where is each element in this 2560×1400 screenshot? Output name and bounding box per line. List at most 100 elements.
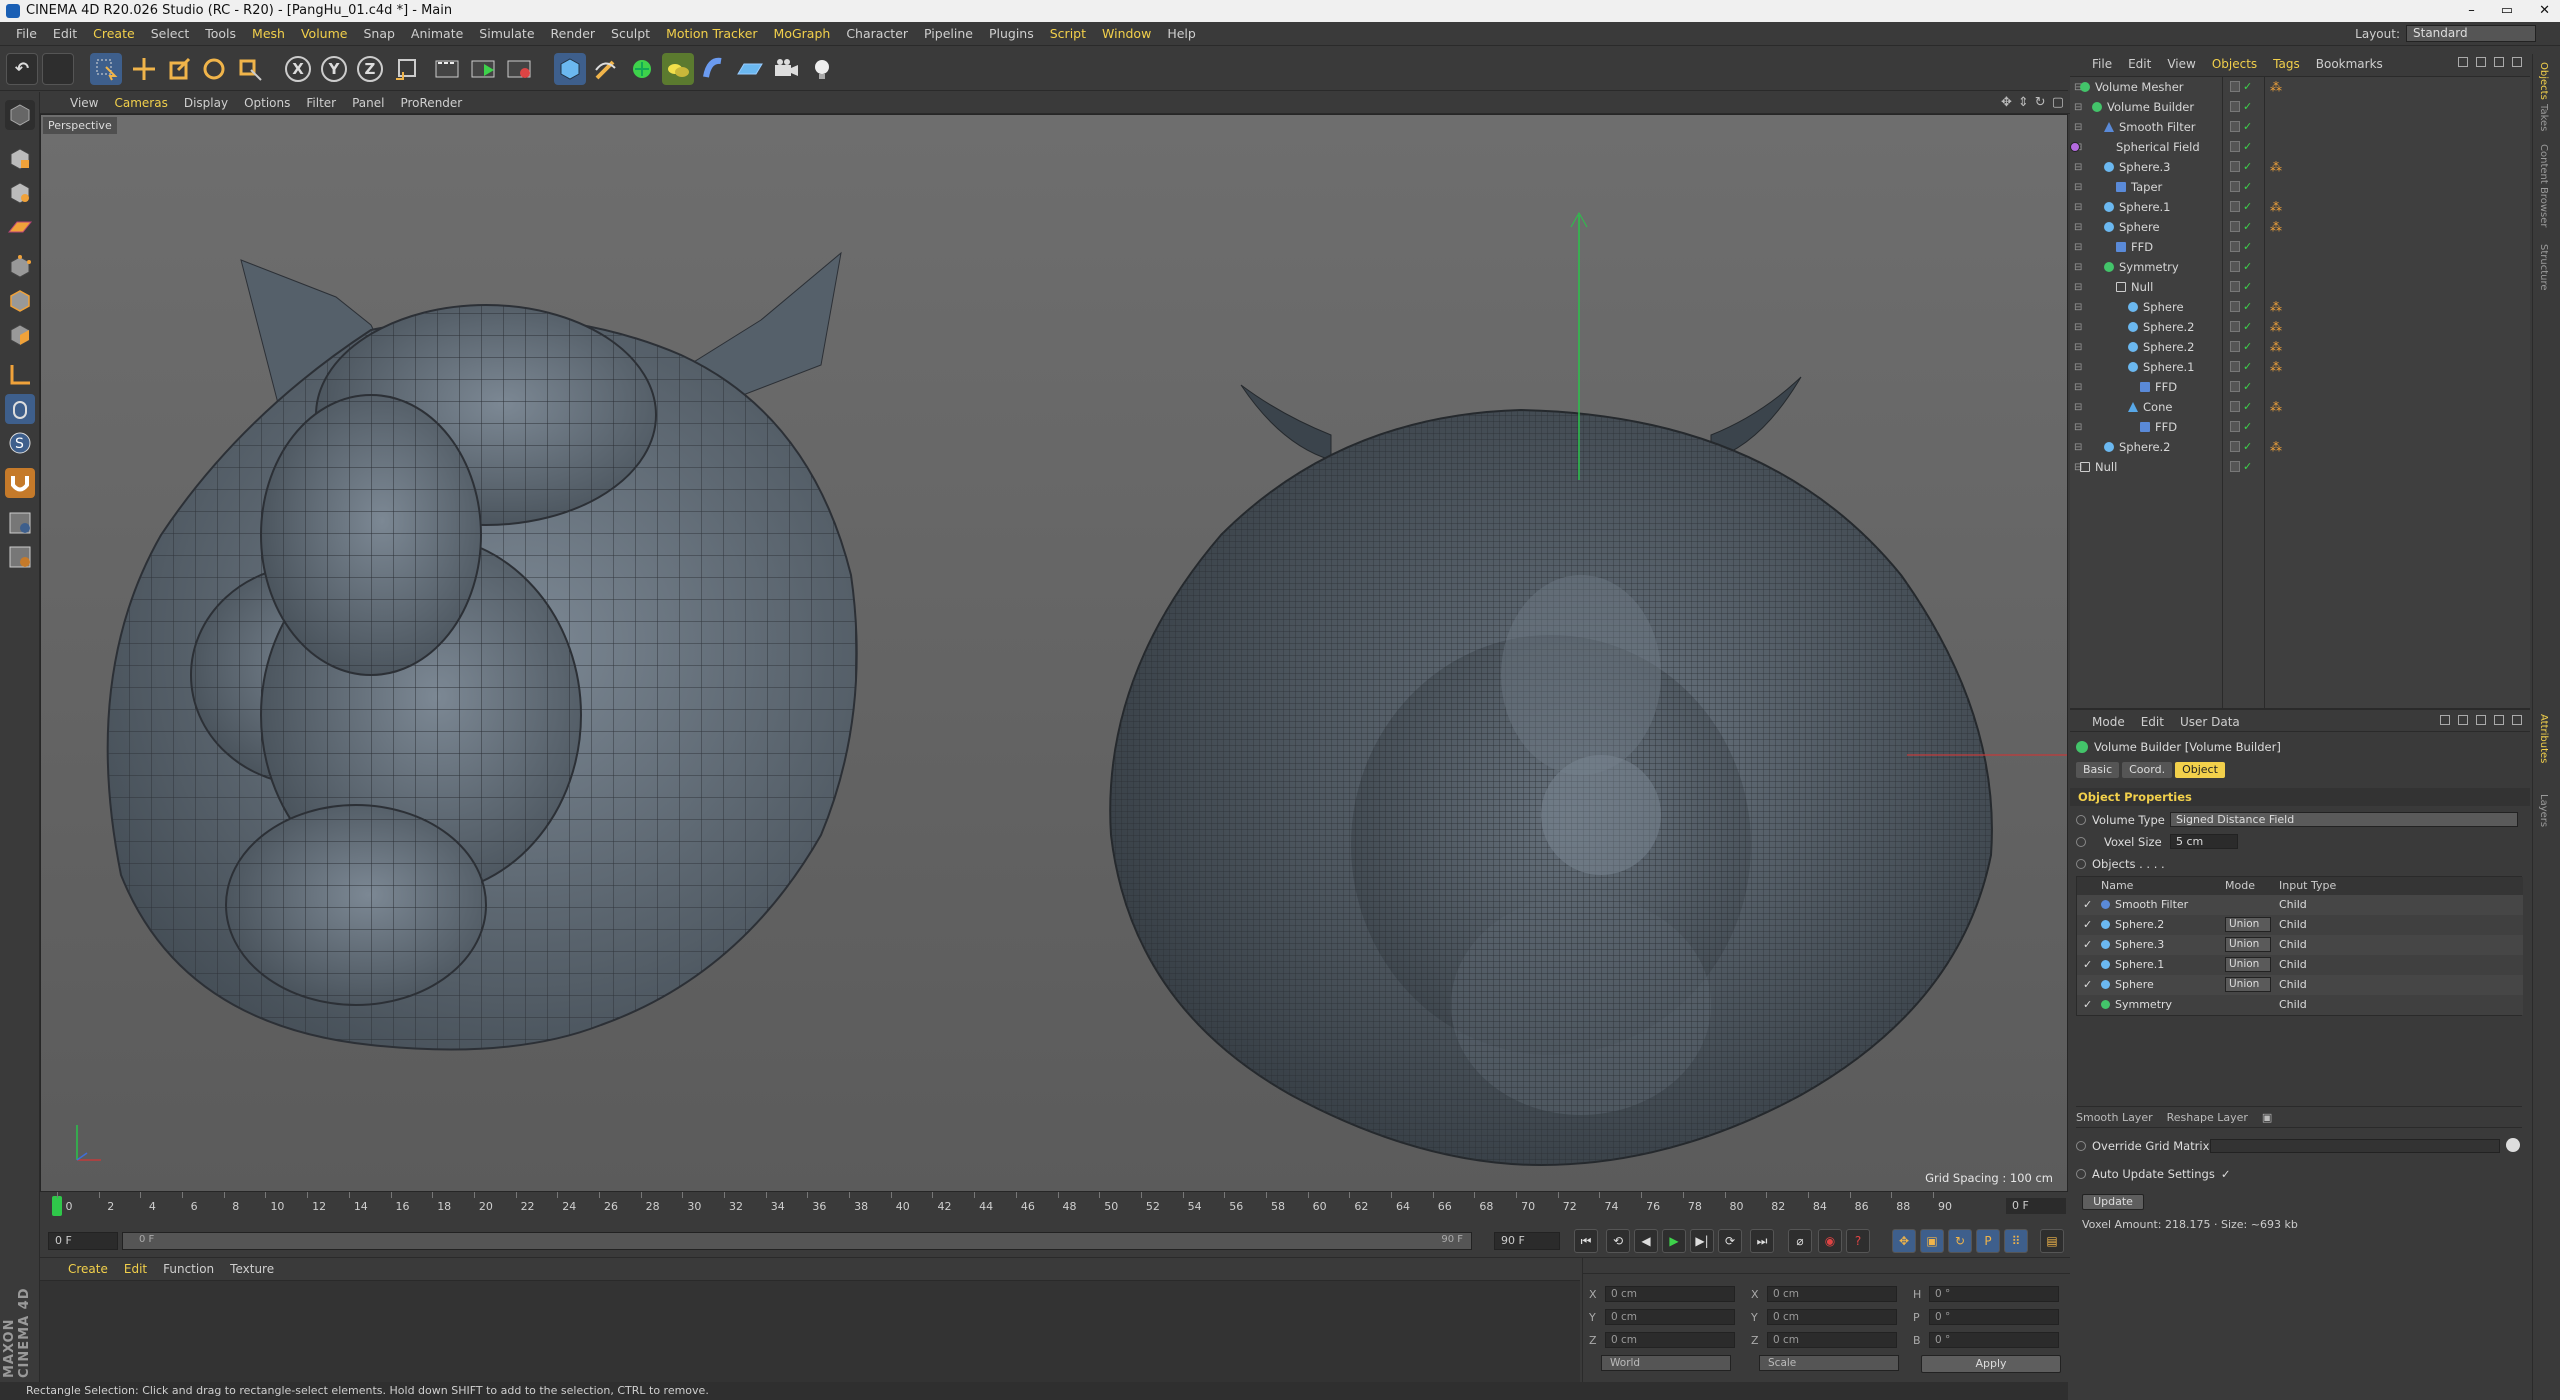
preview-range-slider[interactable]: 0 F 90 F	[122, 1232, 1472, 1250]
animate-bullet-icon[interactable]	[2076, 837, 2086, 847]
row-enable-checkbox[interactable]: ✓	[2083, 938, 2092, 951]
menu-mograph[interactable]: MoGraph	[766, 26, 839, 41]
object-tree-row[interactable]: ⊟ Sphere.2 ✓ ⁂	[2070, 317, 2530, 337]
end-frame-field[interactable]: 90 F	[1494, 1232, 1560, 1250]
render-view-icon[interactable]	[432, 53, 464, 85]
start-frame-field[interactable]: 0 F	[48, 1232, 118, 1250]
object-tree-row[interactable]: ⊟ FFD ✓	[2070, 417, 2530, 437]
menu-character[interactable]: Character	[838, 26, 916, 41]
viewport-menu-display[interactable]: Display	[176, 96, 236, 110]
object-menu-objects[interactable]: Objects	[2204, 57, 2265, 71]
object-tree-row[interactable]: ⊟ Symmetry ✓	[2070, 257, 2530, 277]
enable-check-icon[interactable]: ✓	[2243, 461, 2252, 472]
layer-icon[interactable]	[2230, 81, 2240, 92]
override-grid-link-field[interactable]	[2210, 1139, 2500, 1153]
minimize-button[interactable]: –	[2468, 0, 2475, 22]
up-arrow-icon[interactable]	[2458, 715, 2468, 725]
viewport-menu-filter[interactable]: Filter	[298, 96, 344, 110]
previous-key-icon[interactable]: ⟲	[1606, 1229, 1630, 1253]
table-row[interactable]: ✓ Sphere Union Child	[2077, 975, 2523, 995]
tree-expander-icon[interactable]: ⊟	[2070, 222, 2104, 233]
coord-pos-field[interactable]: 0 cm	[1605, 1286, 1735, 1302]
model-mode-icon[interactable]	[5, 144, 35, 174]
back-arrow-icon[interactable]	[2440, 715, 2450, 725]
attribute-tab-object[interactable]: Object	[2175, 762, 2225, 778]
object-tree-row[interactable]: ⊟ Sphere.1 ✓ ⁂	[2070, 357, 2530, 377]
tab-takes[interactable]: Takes	[2538, 104, 2549, 131]
tree-expander-icon[interactable]: ⊟	[2070, 262, 2104, 273]
object-tree-row[interactable]: ⊟ Smooth Filter ✓	[2070, 117, 2530, 137]
viewport-solo-icon[interactable]	[5, 508, 35, 538]
rotate-tool-icon[interactable]	[198, 53, 230, 85]
menu-edit[interactable]: Edit	[45, 26, 85, 41]
go-to-start-icon[interactable]: ⏮	[1574, 1229, 1598, 1253]
menu-mesh[interactable]: Mesh	[244, 26, 293, 41]
table-row[interactable]: ✓ Sphere.3 Union Child	[2077, 935, 2523, 955]
tree-expander-icon[interactable]: ⊟	[2070, 182, 2116, 193]
subdivision-surface-icon[interactable]	[626, 53, 658, 85]
layout-dropdown[interactable]: Standard	[2406, 25, 2536, 42]
record-active-objects-icon[interactable]: ◉	[1818, 1229, 1842, 1253]
voxel-size-field[interactable]: 5 cm	[2170, 834, 2238, 849]
enable-check-icon[interactable]: ✓	[2243, 241, 2252, 252]
menu-create[interactable]: Create	[85, 26, 143, 41]
smooth-layer-button[interactable]: Smooth Layer	[2076, 1111, 2153, 1124]
tree-expander-icon[interactable]: ⊟	[2070, 422, 2140, 433]
coord-pos-field[interactable]: 0 cm	[1605, 1332, 1735, 1348]
new-panel-icon[interactable]	[2512, 715, 2522, 725]
layer-icon[interactable]	[2230, 181, 2240, 192]
tree-expander-icon[interactable]: ⊟	[2070, 342, 2128, 353]
menu-render[interactable]: Render	[543, 26, 604, 41]
z-axis-lock[interactable]: Z	[354, 53, 386, 85]
floor-icon[interactable]	[734, 53, 766, 85]
enable-check-icon[interactable]: ✓	[2243, 161, 2252, 172]
phong-tag-icon[interactable]: ⁂	[2270, 80, 2282, 94]
row-enable-checkbox[interactable]: ✓	[2083, 958, 2092, 971]
row-mode-dropdown[interactable]: Union	[2225, 917, 2271, 932]
scheme-settings-icon[interactable]: ▤	[2040, 1229, 2064, 1253]
light-icon[interactable]	[806, 53, 838, 85]
phong-tag-icon[interactable]: ⁂	[2270, 320, 2282, 334]
enable-check-icon[interactable]: ✓	[2243, 101, 2252, 112]
layer-icon[interactable]	[2230, 201, 2240, 212]
phong-tag-icon[interactable]: ⁂	[2270, 160, 2282, 174]
object-tree-row[interactable]: ⊟Spherical Field✓	[2070, 137, 2530, 157]
tree-expander-icon[interactable]: ⊟	[2070, 162, 2104, 173]
menu-animate[interactable]: Animate	[403, 26, 471, 41]
animate-bullet-icon[interactable]	[2076, 859, 2086, 869]
table-row[interactable]: ✓ Sphere.1 Union Child	[2077, 955, 2523, 975]
object-menu-file[interactable]: File	[2084, 57, 2120, 71]
tab-structure[interactable]: Structure	[2538, 244, 2549, 291]
coord-size-field[interactable]: 0 cm	[1767, 1332, 1897, 1348]
workplane-mode-icon[interactable]	[5, 212, 35, 242]
3d-viewport[interactable]: Perspective Grid Spacing: 100 cm	[40, 114, 2068, 1192]
coord-rot-field[interactable]: 0 °	[1929, 1286, 2059, 1302]
locking-icon[interactable]	[5, 542, 35, 572]
attribute-menu-user-data[interactable]: User Data	[2172, 715, 2248, 729]
table-row[interactable]: ✓ Smooth Filter Child	[2077, 895, 2523, 915]
cube-primitive-icon[interactable]	[554, 53, 586, 85]
row-mode-dropdown[interactable]: Union	[2225, 977, 2271, 992]
menu-pipeline[interactable]: Pipeline	[916, 26, 981, 41]
menu-window[interactable]: Window	[1094, 26, 1159, 41]
magnet-icon[interactable]	[5, 468, 35, 498]
enable-check-icon[interactable]: ✓	[2243, 441, 2252, 452]
enable-check-icon[interactable]: ✓	[2243, 281, 2252, 292]
layer-icon[interactable]	[2230, 381, 2240, 392]
key-scale-icon[interactable]: ▣	[1920, 1229, 1944, 1253]
lock-icon[interactable]	[2494, 715, 2504, 725]
layer-icon[interactable]	[2230, 401, 2240, 412]
coord-mode-dropdown[interactable]: Scale	[1759, 1355, 1899, 1371]
redo-icon[interactable]	[42, 53, 74, 85]
object-tree-row[interactable]: ⊟ Cone ✓ ⁂	[2070, 397, 2530, 417]
phong-tag-icon[interactable]: ⁂	[2270, 200, 2282, 214]
tree-expander-icon[interactable]: ⊟	[2070, 122, 2104, 133]
home-icon[interactable]	[2476, 57, 2486, 67]
menu-select[interactable]: Select	[143, 26, 198, 41]
row-enable-checkbox[interactable]: ✓	[2083, 918, 2092, 931]
object-menu-tags[interactable]: Tags	[2265, 57, 2308, 71]
go-to-end-icon[interactable]: ⏭	[1750, 1229, 1774, 1253]
enable-check-icon[interactable]: ✓	[2243, 121, 2252, 132]
layer-icon[interactable]	[2230, 421, 2240, 432]
viewport-menu-options[interactable]: Options	[236, 96, 298, 110]
